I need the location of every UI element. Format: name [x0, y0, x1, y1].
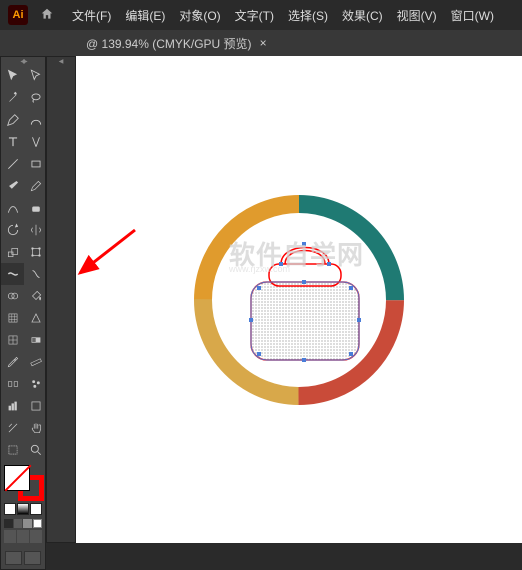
selection-tool[interactable] [1, 65, 24, 87]
gradient-tool[interactable] [24, 329, 47, 351]
gradient-swatch-icon[interactable] [17, 503, 29, 515]
menu-type[interactable]: 文字(T) [229, 3, 280, 28]
menu-effect[interactable]: 效果(C) [336, 3, 389, 28]
shaper-tool[interactable] [1, 197, 24, 219]
ring-chart-icon [189, 190, 409, 410]
shape-builder-tool[interactable] [1, 285, 24, 307]
rotate-tool[interactable] [1, 219, 24, 241]
width-tool[interactable] [1, 263, 24, 285]
menu-window[interactable]: 窗口(W) [445, 3, 500, 28]
swatch-1[interactable] [4, 519, 13, 528]
color-controls [1, 461, 45, 547]
reflect-tool[interactable] [24, 219, 47, 241]
eyedropper-tool[interactable] [1, 351, 24, 373]
document-tab[interactable]: @ 139.94% (CMYK/GPU 预览) × [76, 31, 277, 56]
perspective-grid-tool[interactable] [1, 307, 24, 329]
tools-panel-header[interactable] [1, 57, 45, 65]
artboard-tool[interactable] [24, 395, 47, 417]
slice-tool[interactable] [1, 417, 24, 439]
rectangle-tool[interactable] [24, 153, 47, 175]
swatch-2[interactable] [14, 519, 23, 528]
paintbrush-tool[interactable] [1, 175, 24, 197]
collapsed-panel-dock [46, 56, 76, 543]
canvas[interactable]: 软件自学网 www.rjzxw.com [76, 56, 522, 543]
touch-type-tool[interactable] [24, 131, 47, 153]
type-tool[interactable] [1, 131, 24, 153]
draw-inside-icon[interactable] [30, 530, 42, 543]
document-tab-bar: @ 139.94% (CMYK/GPU 预览) × [0, 30, 522, 56]
screen-mode-controls [1, 547, 45, 569]
app-logo-icon: Ai [8, 5, 28, 25]
scale-tool[interactable] [1, 241, 24, 263]
draw-normal-icon[interactable] [4, 530, 16, 543]
pencil-tool[interactable] [24, 175, 47, 197]
measure-tool[interactable] [24, 351, 47, 373]
live-paint-bucket-tool[interactable] [24, 285, 47, 307]
warp-tool[interactable] [24, 263, 47, 285]
hand-tool[interactable] [24, 417, 47, 439]
screen-mode-normal[interactable] [5, 551, 22, 565]
print-tiling-tool[interactable] [1, 439, 24, 461]
tab-title: @ 139.94% (CMYK/GPU 预览) [86, 35, 252, 52]
pen-tool[interactable] [1, 109, 24, 131]
home-icon[interactable] [40, 7, 54, 24]
menu-edit[interactable]: 编辑(E) [119, 3, 171, 28]
default-fill-stroke-icon[interactable] [4, 503, 16, 515]
menubar: 文件(F) 编辑(E) 对象(O) 文字(T) 选择(S) 效果(C) 视图(V… [66, 3, 500, 28]
none-swatch-icon[interactable] [30, 503, 42, 515]
blend-tool[interactable] [1, 373, 24, 395]
draw-behind-icon[interactable] [17, 530, 29, 543]
eraser-tool[interactable] [24, 197, 47, 219]
close-icon[interactable]: × [260, 36, 267, 50]
lasso-tool[interactable] [24, 87, 47, 109]
swatch-3[interactable] [23, 519, 32, 528]
free-transform-tool[interactable] [24, 241, 47, 263]
swatch-row [4, 519, 42, 528]
curvature-tool[interactable] [24, 109, 47, 131]
mesh-tool[interactable] [1, 329, 24, 351]
artwork: 软件自学网 www.rjzxw.com [189, 190, 409, 410]
symbol-sprayer-tool[interactable] [24, 373, 47, 395]
fill-color-swatch[interactable] [4, 465, 30, 491]
column-graph-tool[interactable] [1, 395, 24, 417]
direct-selection-tool[interactable] [24, 65, 47, 87]
swatch-4[interactable] [33, 519, 42, 528]
screen-mode-full[interactable] [24, 551, 41, 565]
menu-object[interactable]: 对象(O) [173, 3, 226, 28]
perspective-selection-tool[interactable] [24, 307, 47, 329]
magic-wand-tool[interactable] [1, 87, 24, 109]
menu-select[interactable]: 选择(S) [282, 3, 334, 28]
tools-panel [0, 56, 46, 570]
menu-file[interactable]: 文件(F) [66, 3, 117, 28]
zoom-tool[interactable] [24, 439, 47, 461]
menu-view[interactable]: 视图(V) [391, 3, 443, 28]
line-segment-tool[interactable] [1, 153, 24, 175]
dock-expand-icon[interactable] [47, 57, 75, 65]
